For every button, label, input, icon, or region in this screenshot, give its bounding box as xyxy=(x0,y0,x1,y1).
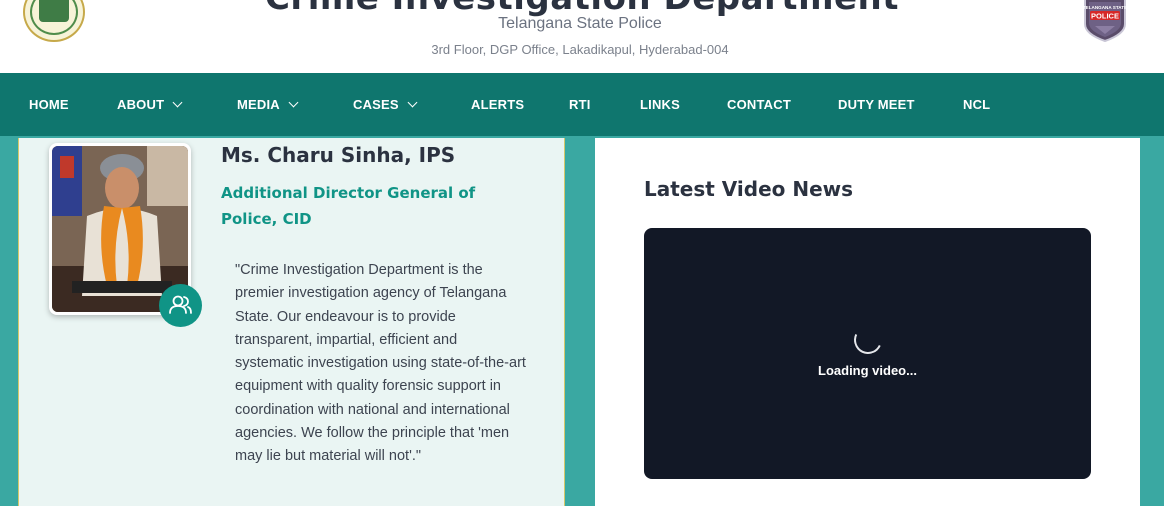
nav-media-label: MEDIA xyxy=(237,97,280,112)
chevron-down-icon xyxy=(288,97,299,108)
video-section-title: Latest Video News xyxy=(644,177,854,201)
main-nav: HOME ABOUT MEDIA CASES ALERTS RTI LINKS … xyxy=(0,73,1164,136)
nav-alerts[interactable]: ALERTS xyxy=(471,97,524,112)
nav-alerts-label: ALERTS xyxy=(471,97,525,112)
director-quote: "Crime Investigation Department is the p… xyxy=(235,262,526,465)
police-badge-main-text: POLICE xyxy=(1091,12,1119,21)
site-address: 3rd Floor, DGP Office, Lakadikapul, Hyde… xyxy=(431,42,729,57)
nav-links-label: LINKS xyxy=(640,97,680,112)
nav-rti-label: RTI xyxy=(569,97,591,112)
nav-cases-label: CASES xyxy=(353,97,399,112)
site-subtitle: Telangana State Police xyxy=(498,15,662,32)
nav-home[interactable]: HOME xyxy=(29,97,69,112)
chevron-down-icon xyxy=(172,97,183,108)
director-name: Ms. Charu Sinha, IPS xyxy=(221,143,456,167)
video-loading-text: Loading video... xyxy=(818,363,917,378)
nav-duty-meet[interactable]: DUTY MEET xyxy=(838,97,915,112)
nav-duty-meet-label: DUTY MEET xyxy=(838,97,915,112)
nav-media[interactable]: MEDIA xyxy=(237,97,299,112)
nav-links[interactable]: LINKS xyxy=(640,97,680,112)
police-badge-top-text: TELANGANA STATE xyxy=(1083,5,1127,10)
nav-contact-label: CONTACT xyxy=(727,97,791,112)
users-icon[interactable] xyxy=(159,284,202,327)
video-player[interactable]: Loading video... xyxy=(644,228,1091,479)
nav-ncl[interactable]: NCL xyxy=(963,97,990,112)
nav-home-label: HOME xyxy=(29,97,69,112)
nav-about-label: ABOUT xyxy=(117,97,165,112)
nav-about[interactable]: ABOUT xyxy=(117,97,183,112)
nav-contact[interactable]: CONTACT xyxy=(727,97,791,112)
police-badge-logo[interactable]: TELANGANA STATE POLICE xyxy=(1080,0,1130,42)
director-designation: Additional Director General of Police, C… xyxy=(221,184,476,228)
site-header: Crime Investigation Department Telangana… xyxy=(0,0,1164,73)
nav-cases[interactable]: CASES xyxy=(353,97,418,112)
nav-ncl-label: NCL xyxy=(963,97,991,112)
nav-rti[interactable]: RTI xyxy=(569,97,591,112)
chevron-down-icon xyxy=(407,97,418,108)
loading-spinner-icon xyxy=(850,322,886,358)
